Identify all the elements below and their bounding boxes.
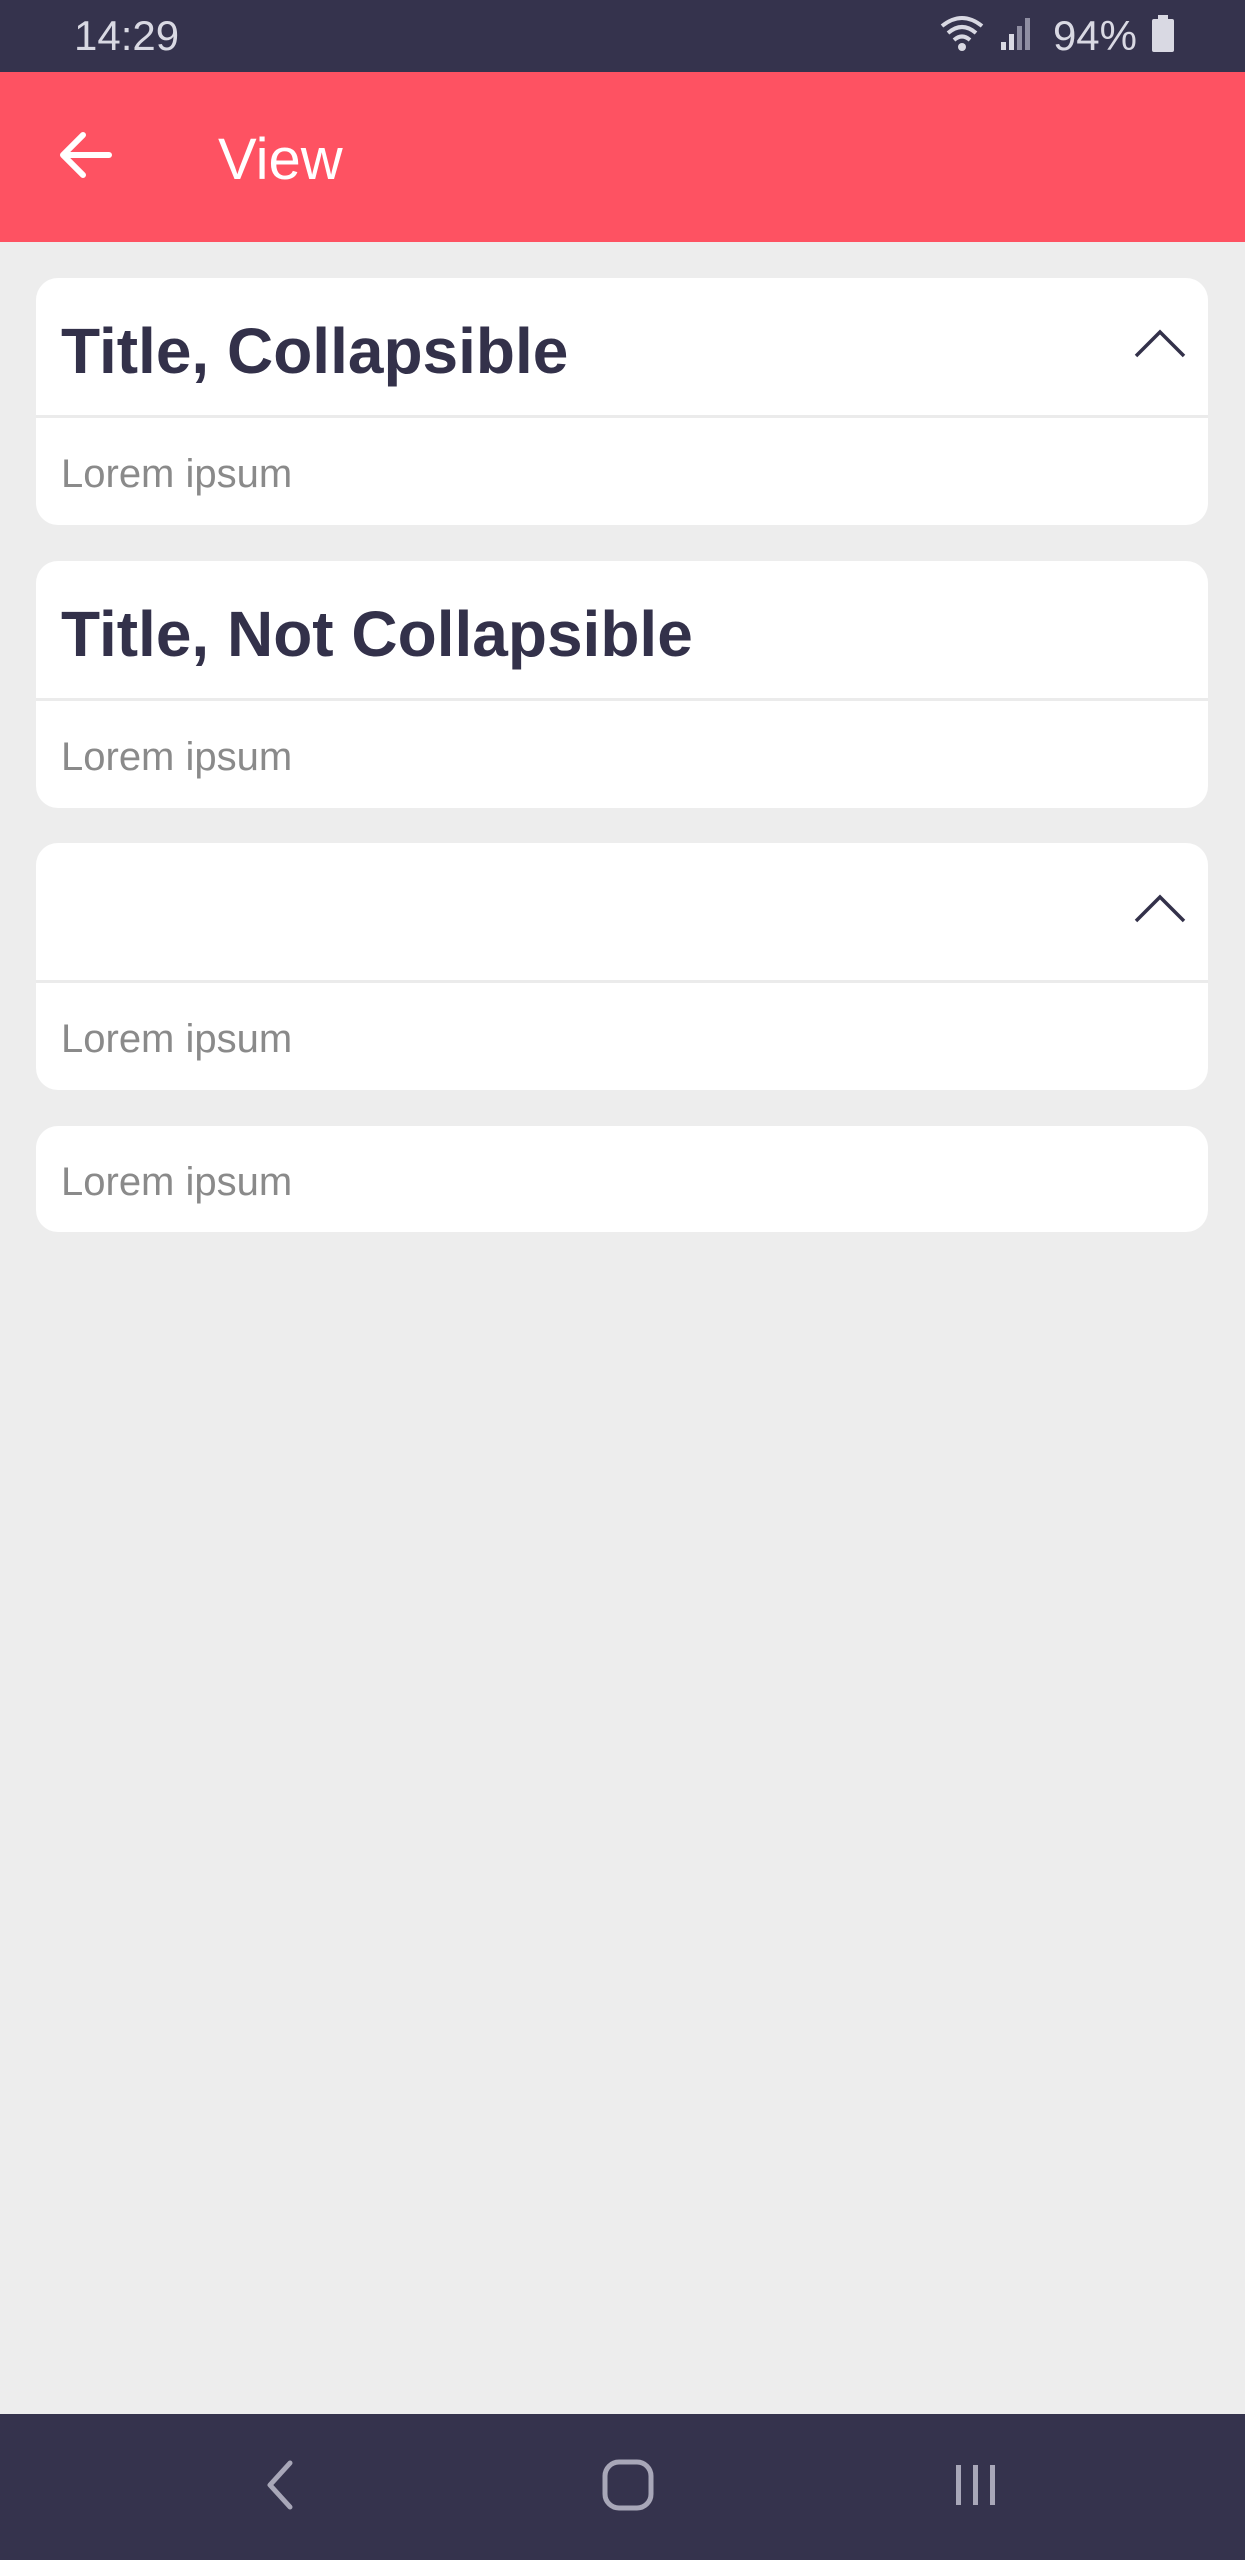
page-title: View xyxy=(218,127,343,192)
arrow-left-icon xyxy=(57,131,113,184)
recents-nav-icon xyxy=(950,2459,1002,2516)
status-icons: 94% xyxy=(939,12,1175,60)
nav-recents-button[interactable] xyxy=(936,2452,1016,2522)
card-title: Title, Not Collapsible xyxy=(61,598,693,670)
card-body: Lorem ipsum xyxy=(36,701,1208,805)
system-nav-bar xyxy=(0,2414,1245,2560)
wifi-icon xyxy=(939,14,985,59)
card-text: Lorem ipsum xyxy=(61,452,293,496)
status-bar: 14:29 94% xyxy=(0,0,1245,72)
nav-home-button[interactable] xyxy=(588,2452,668,2522)
card-header: Title, Not Collapsible xyxy=(36,561,1208,701)
status-time: 14:29 xyxy=(74,12,180,59)
card-text: Lorem ipsum xyxy=(61,735,293,779)
back-button[interactable] xyxy=(40,112,130,202)
card-title: Title, Collapsible xyxy=(61,315,569,387)
card-body: Lorem ipsum xyxy=(36,1126,1208,1230)
card-body: Lorem ipsum xyxy=(36,983,1208,1087)
home-nav-icon xyxy=(600,2457,656,2518)
card-not-collapsible: Title, Not Collapsible Lorem ipsum xyxy=(36,561,1208,808)
back-nav-icon xyxy=(260,2457,300,2518)
card-untitled-collapsible: Lorem ipsum xyxy=(36,843,1208,1090)
battery-percent: 94% xyxy=(1052,12,1137,59)
card-body-only: Lorem ipsum xyxy=(36,1126,1208,1232)
card-text: Lorem ipsum xyxy=(61,1160,293,1204)
signal-icon xyxy=(999,16,1033,57)
nav-back-button[interactable] xyxy=(240,2452,320,2522)
card-body: Lorem ipsum xyxy=(36,418,1208,522)
battery-icon xyxy=(1151,14,1175,58)
chevron-up-icon[interactable] xyxy=(1132,324,1188,364)
card-header[interactable] xyxy=(36,843,1208,983)
card-text: Lorem ipsum xyxy=(61,1017,293,1061)
card-header[interactable]: Title, Collapsible xyxy=(36,278,1208,418)
app-bar: View xyxy=(0,72,1245,242)
chevron-up-icon[interactable] xyxy=(1132,889,1188,929)
card-collapsible: Title, Collapsible Lorem ipsum xyxy=(36,278,1208,525)
